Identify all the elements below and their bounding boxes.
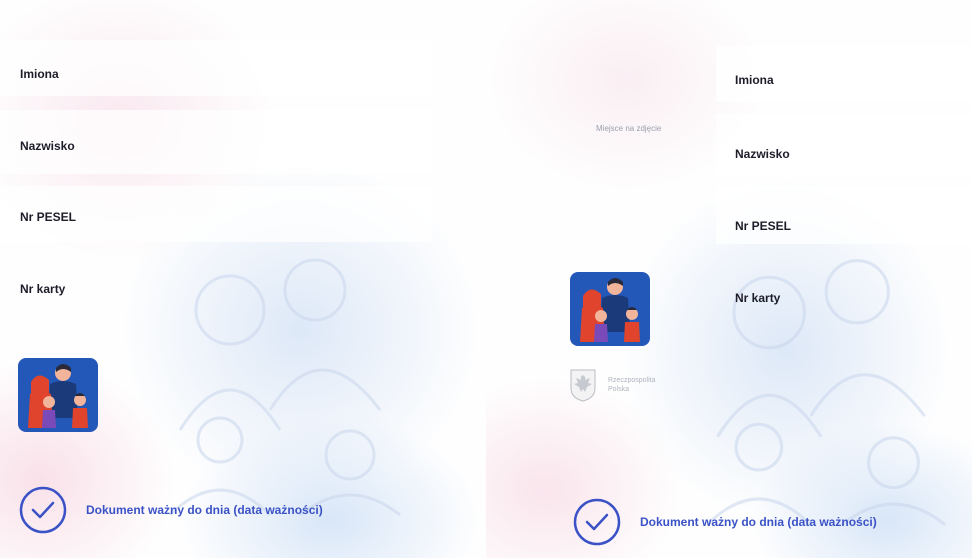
photo-placeholder-label: Miejsce na zdjęcie xyxy=(596,124,662,133)
field-band xyxy=(716,114,972,176)
validity-row: Dokument ważny do dnia (data ważności) xyxy=(18,485,323,535)
card-number-label: Nr karty xyxy=(735,291,781,305)
surname-label: Nazwisko xyxy=(735,147,790,161)
polish-eagle-emblem-icon xyxy=(570,369,596,402)
background-family-pattern-icon xyxy=(705,259,947,527)
field-band xyxy=(0,40,432,96)
pesel-label: Nr PESEL xyxy=(735,219,792,233)
surname-label: Nazwisko xyxy=(20,139,75,153)
validity-text: Dokument ważny do dnia (data ważności) xyxy=(86,503,323,517)
validity-text: Dokument ważny do dnia (data ważności) xyxy=(640,515,877,529)
validity-row: Dokument ważny do dnia (data ważności) xyxy=(572,497,877,547)
check-circle-icon xyxy=(573,498,621,546)
family-logo-icon xyxy=(18,358,98,432)
background-family-pattern-icon xyxy=(168,258,401,517)
family-logo-icon xyxy=(570,272,650,346)
field-band xyxy=(716,186,972,244)
check-circle-icon xyxy=(19,486,67,534)
card-number-label: Nr karty xyxy=(20,282,66,296)
id-card-right: Miejsce na zdjęcie Imiona Nazwisko Nr PE… xyxy=(486,0,972,558)
emblem-caption: Rzeczpospolita Polska xyxy=(608,377,656,393)
id-card-left: Imiona Nazwisko Nr PESEL Nr karty Dokume… xyxy=(0,0,486,558)
first-names-label: Imiona xyxy=(20,67,59,81)
first-names-label: Imiona xyxy=(735,73,774,87)
pesel-label: Nr PESEL xyxy=(20,210,77,224)
